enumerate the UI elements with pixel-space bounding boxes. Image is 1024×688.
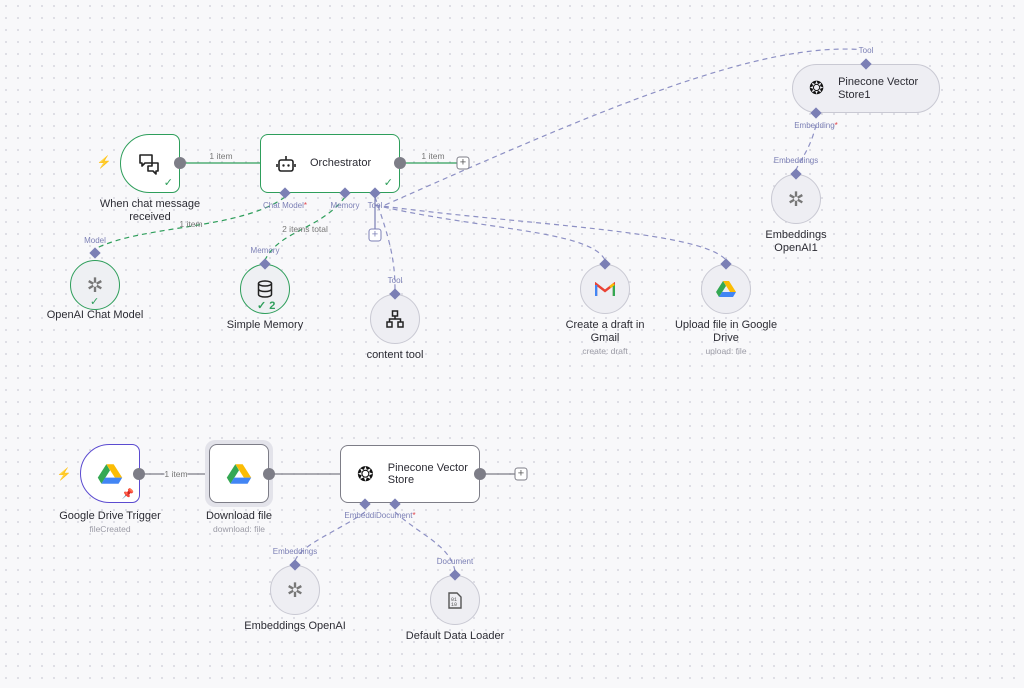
node-label: Create a draft in Gmail — [565, 319, 645, 344]
node-google-drive-trigger[interactable]: 📌 — [80, 444, 140, 503]
sitemap-icon — [386, 310, 404, 328]
database-icon — [257, 280, 273, 298]
pinecone-icon: ❂ — [809, 78, 825, 98]
port-label: Tool — [858, 46, 874, 55]
port-label: Embeddings — [272, 547, 318, 556]
port-label: Tool — [387, 276, 403, 285]
pinecone-icon: ❂ — [357, 463, 374, 486]
node-subtitle: upload: file — [705, 346, 747, 356]
node-orchestrator[interactable]: Orchestrator ✓ — [260, 134, 400, 193]
node-label: OpenAI Chat Model — [46, 309, 144, 321]
node-label: Embeddings OpenAI1 — [765, 229, 827, 254]
node-gmail[interactable] — [580, 264, 630, 314]
success-check-icon: ✓ — [90, 296, 100, 308]
output-handle[interactable] — [133, 468, 145, 480]
edge-drive-upload — [374, 204, 727, 261]
node-simple-memory[interactable]: ✓ 2 — [240, 264, 290, 314]
chat-icon — [139, 153, 159, 175]
port-label: Embeddings — [773, 156, 819, 165]
pin-icon: 📌 — [121, 489, 134, 500]
success-check-icon: ✓ — [163, 177, 173, 189]
port-label: Embedding* — [794, 121, 838, 130]
openai-icon: ✲ — [86, 274, 104, 297]
port-label: Document — [436, 557, 474, 566]
edge-label: 1 item — [164, 469, 188, 479]
node-label: Simple Memory — [226, 319, 304, 331]
node-pinecone-vector-store1[interactable]: ❂ Pinecone Vector Store1 — [792, 64, 940, 113]
add-node-button[interactable]: + — [456, 156, 470, 170]
node-content-tool[interactable] — [370, 294, 420, 344]
node-label: Upload file in Google Drive — [674, 319, 778, 344]
edge-label: 1 item — [209, 151, 233, 161]
port-label-memory: Memory — [330, 201, 360, 210]
node-pinecone-vector-store[interactable]: ❂ Pinecone Vector Store — [340, 445, 480, 503]
node-chat-trigger[interactable]: ✓ — [120, 134, 180, 193]
success-check-icon: ✓ — [383, 177, 393, 189]
node-title: Pinecone Vector Store — [387, 461, 468, 487]
google-drive-icon — [97, 463, 123, 484]
output-handle[interactable] — [474, 468, 486, 480]
openai-icon: ✲ — [286, 579, 304, 602]
edge-gmail — [374, 204, 606, 261]
node-title: Orchestrator — [310, 157, 372, 170]
node-default-data-loader[interactable]: 01 10 — [430, 575, 480, 625]
node-title: Pinecone Vector Store1 — [838, 76, 919, 101]
output-handle[interactable] — [394, 157, 406, 169]
port-label: Memory — [250, 246, 280, 255]
success-check-icon: ✓ 2 — [257, 300, 276, 312]
port-label-tool: Tool — [367, 201, 383, 210]
port-label: Model — [84, 236, 106, 245]
output-handle[interactable] — [263, 468, 275, 480]
svg-text:10: 10 — [451, 602, 457, 608]
output-handle[interactable] — [174, 157, 186, 169]
node-drive-upload[interactable] — [701, 264, 751, 314]
node-embeddings-openai[interactable]: ✲ — [270, 565, 320, 615]
node-label: Download file — [205, 510, 273, 522]
edge-label: 1 item — [179, 219, 203, 229]
node-label: content tool — [366, 349, 424, 361]
node-subtitle: download: file — [213, 524, 265, 534]
node-openai-chat-model[interactable]: ✲ ✓ — [70, 260, 120, 310]
edge-label: 2 items total — [282, 224, 328, 234]
port-label-chat-model: Chat Model* — [262, 201, 308, 210]
google-drive-icon — [716, 281, 736, 297]
google-drive-icon — [226, 463, 252, 484]
port-labels: EmbeddiDocument* — [344, 511, 416, 520]
add-node-button[interactable]: + — [514, 467, 528, 481]
trigger-bolt-icon: ⚡ — [96, 155, 112, 169]
node-label: Embeddings OpenAI — [244, 620, 346, 632]
openai-icon: ✲ — [787, 188, 805, 211]
node-label: Google Drive Trigger — [59, 510, 161, 522]
node-label: Default Data Loader — [405, 630, 505, 642]
trigger-bolt-icon: ⚡ — [56, 467, 72, 481]
robot-icon — [276, 155, 296, 172]
node-download-file[interactable] — [209, 444, 269, 503]
edge-label: 1 item — [421, 151, 445, 161]
node-embeddings-openai1[interactable]: ✲ — [771, 174, 821, 224]
gmail-icon — [595, 281, 615, 296]
node-subtitle: create: draft — [582, 346, 628, 356]
binary-file-icon: 0110 — [448, 591, 462, 609]
add-tool-button[interactable]: + — [368, 228, 382, 242]
node-subtitle: fileCreated — [89, 524, 131, 534]
